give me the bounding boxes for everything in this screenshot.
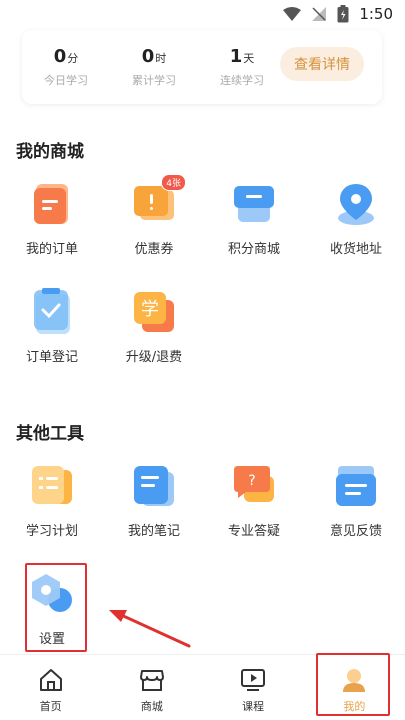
grid-item-label: 我的笔记 (127, 524, 180, 539)
view-details-button[interactable]: 查看详情 (280, 47, 364, 81)
order-register-icon (28, 288, 76, 336)
tab-store[interactable]: 商城 (101, 655, 202, 720)
coupon-count-badge: 4张 (161, 174, 186, 191)
upgrade-refund-icon: 学 (130, 288, 178, 336)
tab-home[interactable]: 首页 (0, 655, 101, 720)
grid-item-order-register[interactable]: 订单登记 (2, 288, 102, 365)
store-icon (139, 667, 165, 693)
battery-icon (337, 5, 349, 23)
study-plan-icon (28, 462, 76, 510)
annotation-arrow-icon (109, 610, 191, 648)
grid-item-label: 订单登记 (25, 350, 78, 365)
stat-value: 0 (141, 46, 155, 67)
points-store-icon (230, 180, 278, 228)
grid-item-professional-qa[interactable]: ? 专业答疑 (204, 462, 304, 539)
grid-item-label: 升级/退费 (125, 350, 183, 365)
grid-item-label: 我的订单 (25, 242, 78, 257)
tab-label: 商城 (140, 700, 163, 713)
grid-item-shipping-address[interactable]: 收货地址 (306, 180, 405, 257)
grid-item-label: 意见反馈 (329, 524, 382, 539)
order-icon (28, 180, 76, 228)
tab-course[interactable]: 课程 (203, 655, 304, 720)
no-signal-icon (311, 6, 327, 22)
study-stats-card: 0分 今日学习 0时 累计学习 1天 连续学习 查看详情 (22, 30, 382, 104)
status-bar: 1:50 (0, 0, 405, 28)
stat-label: 累计学习 (132, 74, 176, 87)
stat-today: 0分 今日学习 (22, 46, 110, 88)
settings-highlight-box (25, 563, 87, 652)
stat-unit: 时 (155, 52, 167, 65)
grid-item-label: 专业答疑 (227, 524, 280, 539)
grid-item-label: 积分商城 (227, 242, 280, 257)
status-time: 1:50 (359, 5, 393, 23)
grid-item-coupons[interactable]: 4张 优惠券 (104, 174, 204, 257)
grid-item-label: 优惠券 (134, 242, 174, 257)
stat-label: 连续学习 (220, 74, 264, 87)
grid-item-study-plan[interactable]: 学习计划 (2, 462, 102, 539)
mall-section-title: 我的商城 (16, 142, 84, 162)
grid-item-label: 学习计划 (25, 524, 78, 539)
profile-tab-highlight-box (316, 653, 390, 716)
home-icon (38, 667, 64, 693)
stat-streak: 1天 连续学习 (198, 46, 286, 88)
course-icon (240, 667, 266, 693)
grid-item-my-notes[interactable]: 我的笔记 (104, 462, 204, 539)
tab-label: 首页 (39, 700, 62, 713)
grid-item-my-orders[interactable]: 我的订单 (2, 180, 102, 257)
stat-value: 1 (229, 46, 243, 67)
wifi-icon (283, 7, 302, 21)
location-icon (332, 180, 380, 228)
stat-total: 0时 累计学习 (110, 46, 198, 88)
qa-icon: ? (230, 462, 278, 510)
stat-value: 0 (53, 46, 67, 67)
coupon-icon: 4张 (130, 174, 186, 228)
stat-unit: 天 (243, 52, 255, 65)
tools-section-title: 其他工具 (16, 424, 84, 444)
grid-item-points-store[interactable]: 积分商城 (204, 180, 304, 257)
svg-text:学: 学 (141, 299, 159, 320)
grid-item-upgrade-refund[interactable]: 学 升级/退费 (104, 288, 204, 365)
notes-icon (130, 462, 178, 510)
svg-text:?: ? (248, 473, 255, 489)
tab-label: 课程 (242, 700, 265, 713)
feedback-icon (332, 462, 380, 510)
stat-label: 今日学习 (44, 74, 88, 87)
grid-item-label: 收货地址 (329, 242, 382, 257)
grid-item-feedback[interactable]: 意见反馈 (306, 462, 405, 539)
stat-unit: 分 (67, 52, 79, 65)
